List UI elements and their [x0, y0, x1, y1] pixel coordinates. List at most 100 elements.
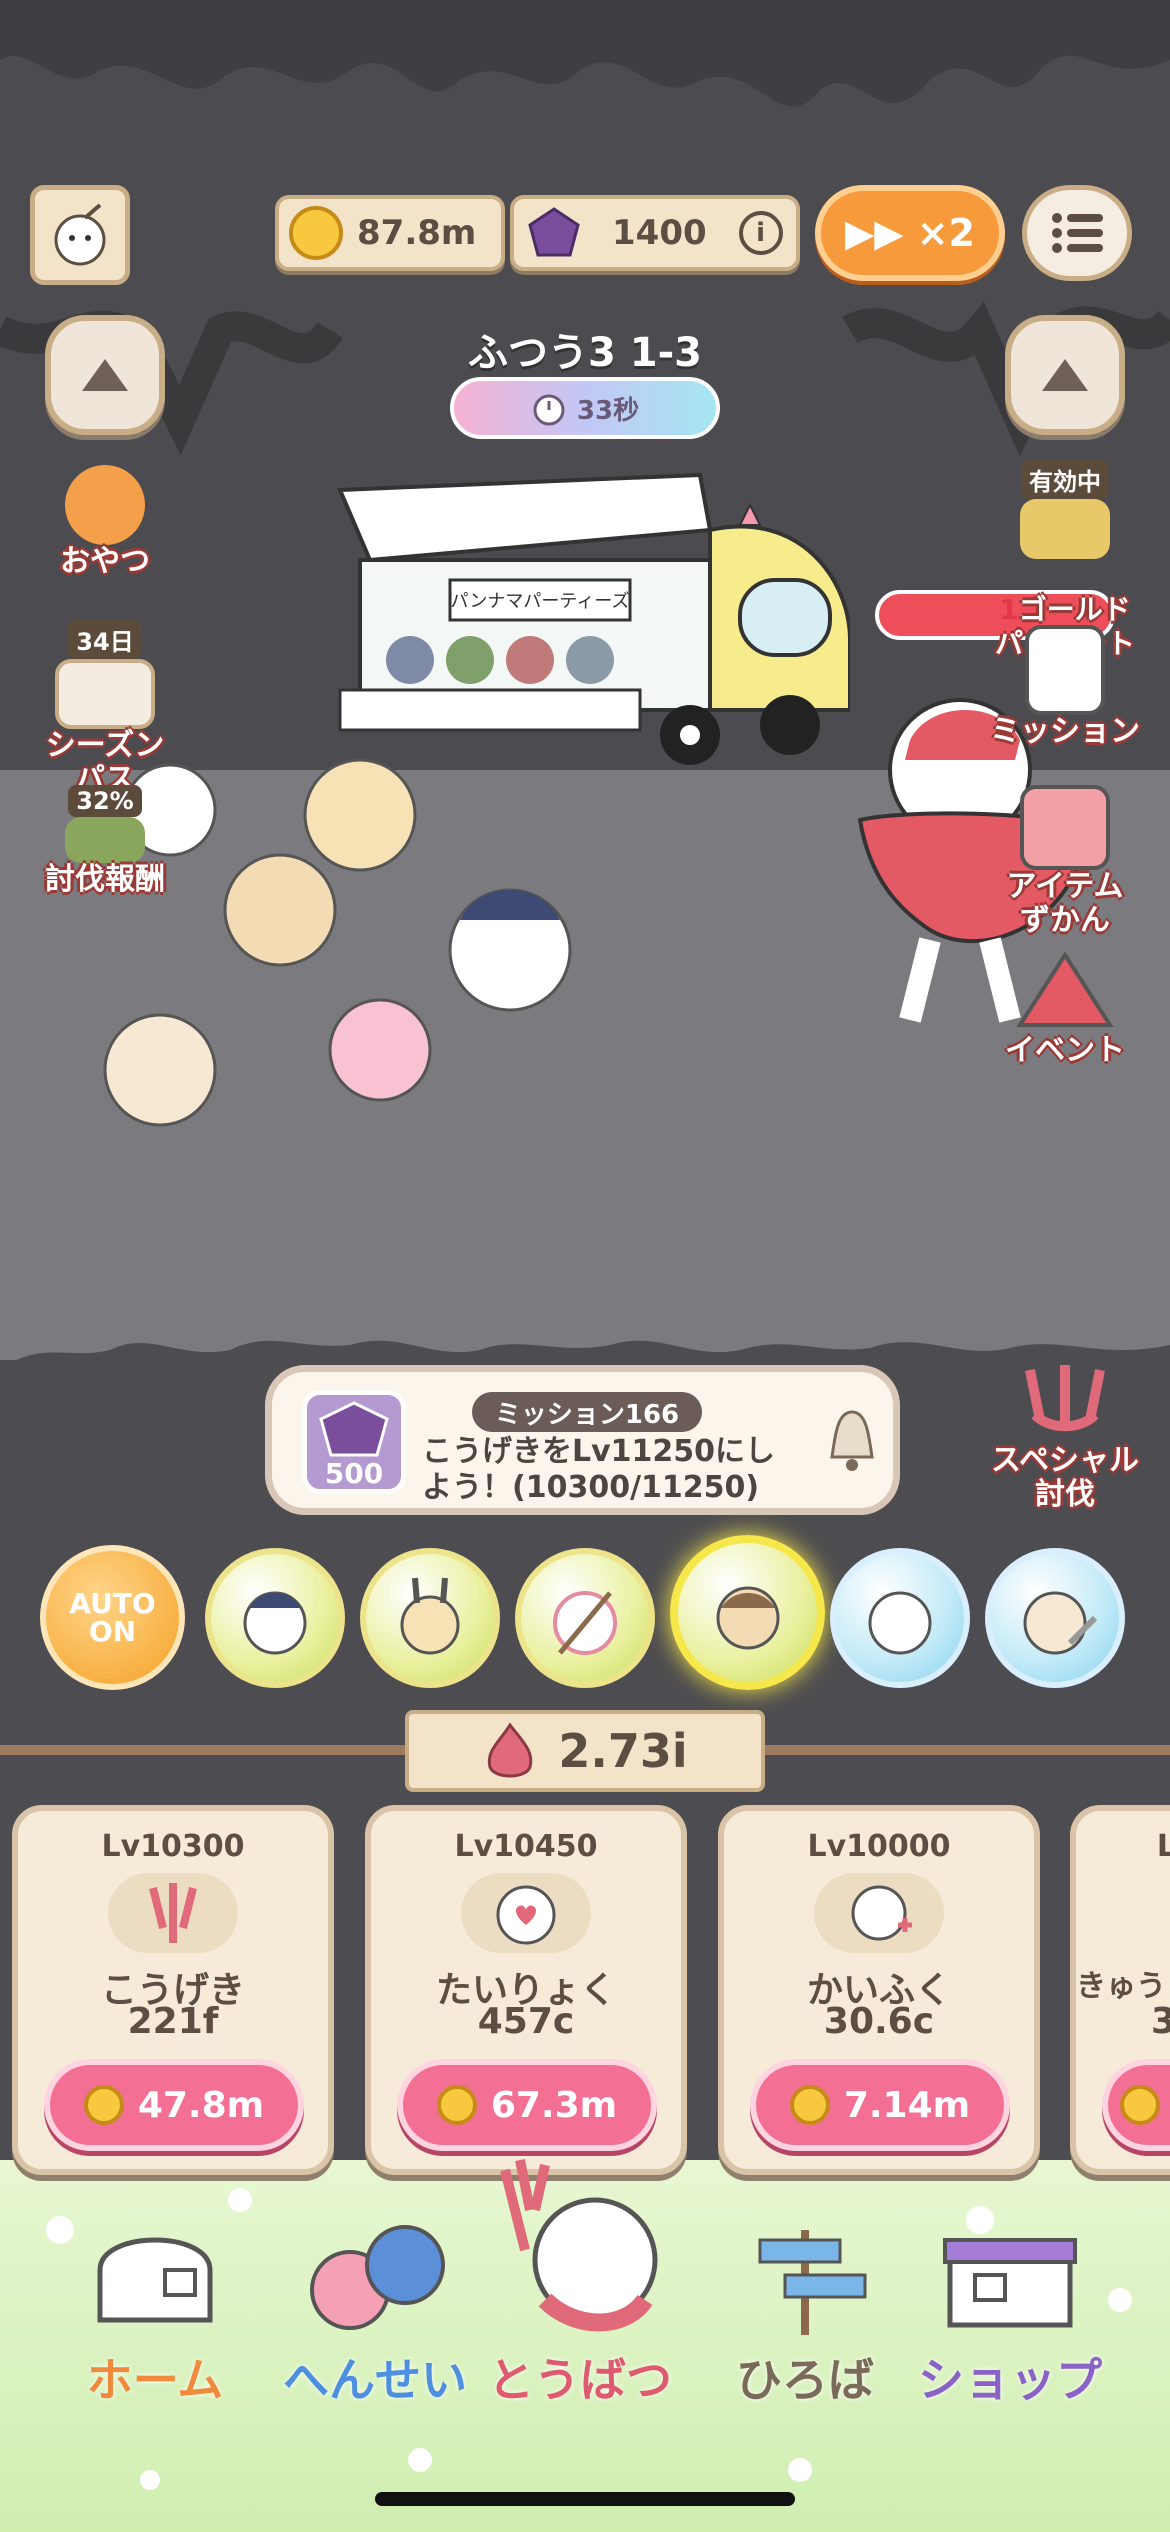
trident-icon: [108, 1873, 238, 1953]
snack-label: おやつ: [60, 544, 150, 579]
gold-coin-icon: [289, 206, 343, 260]
upgrade-card-stamina: Lv10450 たいりょく 457c 67.3m: [365, 1805, 687, 2175]
upgrade-recovery-button[interactable]: 7.14m: [750, 2059, 1010, 2151]
right-up-button[interactable]: [1005, 315, 1125, 435]
character-skill-bubble-1[interactable]: [205, 1548, 345, 1688]
bell-icon: [830, 1410, 874, 1471]
mission-text-line2: よう！(10300/11250): [422, 1470, 760, 1505]
snack-icon: [65, 465, 145, 545]
partial-card-stat: 3: [1150, 2001, 1170, 2042]
subjugation-reward-menu-item[interactable]: 32% 討伐報酬: [15, 785, 195, 897]
mission-banner[interactable]: 500 ミッション166 こうげきをLv11250にし よう！(10300/11…: [265, 1365, 900, 1515]
mission-reward-amount: 500: [324, 1457, 384, 1490]
auto-state: ON: [88, 1614, 137, 1648]
gold-coin-icon: [1120, 2085, 1160, 2125]
special-subjugation-label: スペシャル 討伐: [991, 1443, 1139, 1512]
timer-text: 33秒: [576, 395, 640, 426]
list-menu-icon: [1052, 213, 1103, 253]
gem-icon: [319, 1401, 389, 1457]
auto-label: AUTO: [69, 1586, 156, 1620]
speed-toggle-button[interactable]: ▶▶ ×2: [815, 185, 1005, 281]
subjugation-reward-label: 討伐報酬: [45, 862, 165, 897]
upgrade-card-partial: L きゅう 3: [1070, 1805, 1170, 2175]
gem-counter: 1400 i: [510, 195, 800, 271]
gem-icon: [528, 207, 580, 257]
nav-home-label: ホーム: [86, 2353, 224, 2407]
auto-toggle-button[interactable]: AUTO ON: [40, 1545, 185, 1690]
recovery-cost: 7.14m: [843, 2084, 971, 2126]
nav-shop[interactable]: ショップ: [905, 2210, 1115, 2410]
character-skill-bubble-2[interactable]: [360, 1548, 500, 1688]
upgrade-card-attack: Lv10300 こうげき 221f 47.8m: [12, 1805, 334, 2175]
special-subjugation-menu-item[interactable]: スペシャル 討伐: [975, 1360, 1155, 1512]
total-power-board: 2.73i: [405, 1710, 765, 1792]
gold-coin-icon: [436, 2085, 477, 2125]
nav-plaza-label: ひろば: [736, 2353, 874, 2407]
nav-subjugation[interactable]: とうばつ: [475, 2150, 685, 2410]
partial-card-name: きゅう: [1076, 1969, 1166, 2004]
trident-icon: [1025, 1365, 1105, 1432]
truck-sign: パンナマパーティーズ: [451, 591, 630, 612]
nav-formation[interactable]: へんせい: [270, 2210, 480, 2410]
tent-icon: [1016, 951, 1114, 1027]
nav-home[interactable]: ホーム: [50, 2210, 260, 2410]
power-flame-icon: [488, 1722, 533, 1778]
subjugation-reward-badge: 32%: [68, 785, 142, 817]
character-skill-bubble-4-selected[interactable]: [670, 1535, 825, 1690]
calendar-icon: [55, 659, 155, 729]
profile-avatar-button[interactable]: [30, 185, 130, 285]
mission-menu-item[interactable]: ミッション: [975, 625, 1155, 749]
recovery-level: Lv10000: [807, 1829, 951, 1864]
home-icon: [97, 2237, 213, 2323]
kurimanju-icon: [716, 1586, 779, 1649]
blue-hat-character: [448, 888, 572, 1012]
checklist-icon: [1025, 625, 1105, 715]
subjugation-character-icon: [500, 2159, 658, 2332]
reward-bag-icon: [65, 817, 145, 863]
gold-coin-icon: [789, 2085, 830, 2125]
gold-coin-icon: [83, 2085, 124, 2125]
character-skill-bubble-5[interactable]: [830, 1548, 970, 1688]
character-skill-bubble-3[interactable]: [515, 1548, 655, 1688]
signpost-icon: [758, 2230, 867, 2335]
menu-button[interactable]: [1022, 185, 1132, 281]
gold-amount: 87.8m: [357, 213, 477, 253]
stamina-stat: 457c: [477, 2001, 575, 2042]
partial-card-level: L: [1156, 1829, 1170, 1864]
stage-timer: 33秒: [450, 377, 720, 439]
heal-plus-icon: [814, 1873, 944, 1953]
heart-face-icon: [461, 1873, 591, 1953]
event-menu-label: イベント: [1005, 1033, 1125, 1068]
formation-icon: [310, 2225, 445, 2330]
nav-shop-label: ショップ: [918, 2353, 1102, 2407]
mission-menu-label: ミッション: [990, 714, 1140, 749]
passport-icon: [1020, 499, 1110, 559]
upgrade-partial-button[interactable]: [1102, 2059, 1170, 2151]
triangle-up-icon: [82, 359, 128, 391]
left-up-button[interactable]: [45, 315, 165, 435]
home-indicator[interactable]: [375, 2492, 795, 2506]
event-menu-item[interactable]: イベント: [975, 950, 1155, 1068]
gold-counter: 87.8m: [275, 195, 505, 271]
upgrade-stamina-button[interactable]: 67.3m: [397, 2059, 657, 2151]
info-icon[interactable]: i: [738, 211, 783, 255]
hachiware-shovel-icon: [243, 1591, 307, 1655]
season-pass-menu-item[interactable]: 34日 シーズン パス: [15, 620, 195, 797]
recovery-stat: 30.6c: [823, 2001, 935, 2042]
nav-plaza[interactable]: ひろば: [700, 2210, 910, 2410]
rakko-sword-icon: [1023, 1591, 1098, 1655]
upgrade-card-recovery: Lv10000 かいふく 30.6c 7.14m: [718, 1805, 1040, 2175]
upgrade-attack-button[interactable]: 47.8m: [44, 2059, 304, 2151]
attack-level: Lv10300: [101, 1829, 245, 1864]
nav-formation-label: へんせい: [283, 2353, 467, 2407]
character-skill-bubble-6[interactable]: [985, 1548, 1125, 1688]
mission-title: ミッション166: [472, 1392, 702, 1432]
book-icon: [1020, 785, 1110, 870]
triangle-up-icon: [1042, 359, 1088, 391]
item-encyclopedia-menu-item[interactable]: アイテム ずかん: [975, 785, 1155, 938]
attack-cost: 47.8m: [137, 2084, 265, 2126]
chiikawa-broom-icon: [553, 1591, 617, 1655]
gem-amount: 1400: [612, 213, 707, 253]
item-encyclopedia-label: アイテム ずかん: [1006, 869, 1124, 938]
snack-menu-item[interactable]: おやつ: [15, 465, 195, 579]
